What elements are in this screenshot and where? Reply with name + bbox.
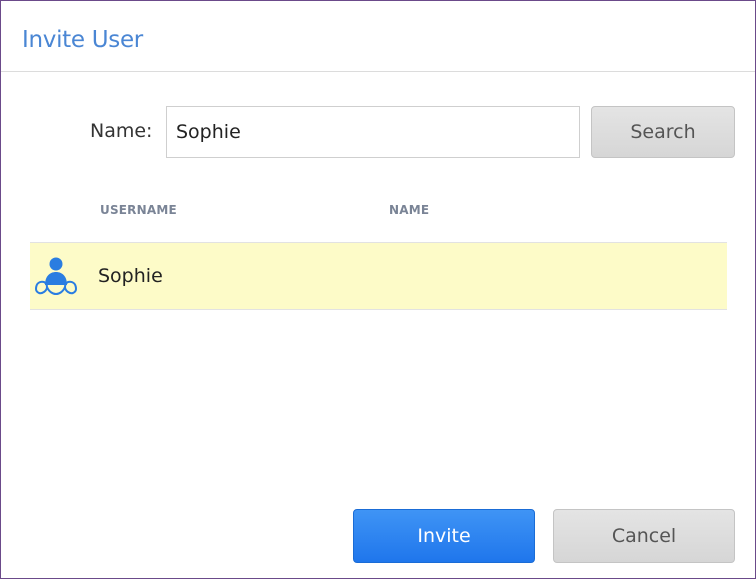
search-button[interactable]: Search: [591, 106, 735, 158]
invite-user-dialog: Invite User Name: Search USERNAME NAME S…: [0, 0, 756, 579]
table-row[interactable]: Sophie: [30, 243, 727, 310]
title-divider: [1, 71, 755, 72]
column-header-username[interactable]: USERNAME: [100, 203, 177, 217]
column-header-name[interactable]: NAME: [389, 203, 429, 217]
name-label: Name:: [90, 120, 153, 142]
name-search-input[interactable]: [166, 106, 580, 158]
invite-button[interactable]: Invite: [353, 509, 535, 563]
dialog-title: Invite User: [22, 27, 143, 53]
cancel-button[interactable]: Cancel: [553, 509, 735, 563]
user-group-icon: [30, 251, 82, 303]
row-username: Sophie: [98, 265, 163, 287]
